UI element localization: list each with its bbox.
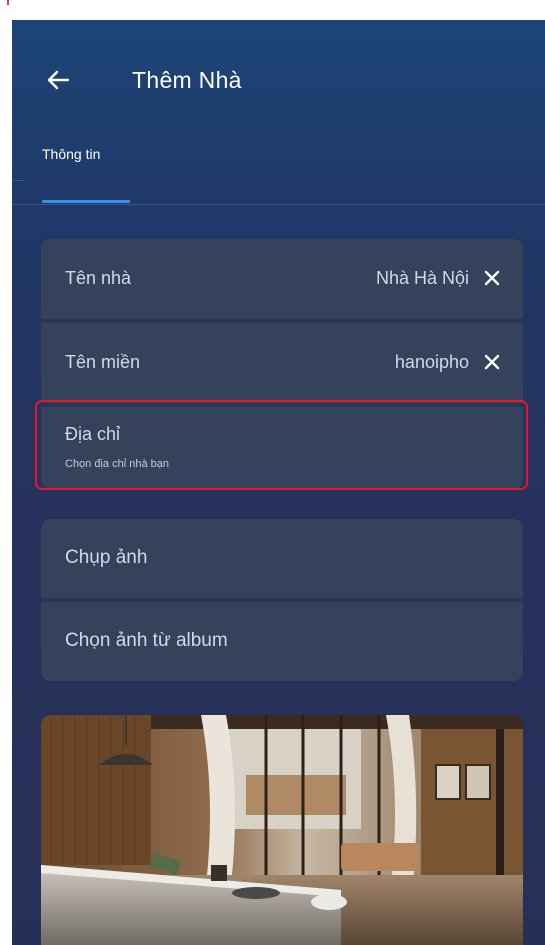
interior-image	[41, 715, 523, 945]
home-name-label: Tên nhà	[65, 268, 132, 288]
close-icon[interactable]	[483, 269, 501, 287]
tab-divider	[12, 180, 24, 181]
app-header: Thêm Nhà	[12, 20, 545, 140]
photo-options-card: Chụp ảnh Chọn ảnh từ album	[41, 519, 523, 681]
home-name-row[interactable]: Tên nhà Nhà Hà Nội	[41, 239, 523, 319]
address-row[interactable]: Địa chỉ Chọn địa chỉ nhà bạn	[41, 403, 523, 489]
close-icon[interactable]	[483, 353, 501, 371]
home-name-value[interactable]: Nhà Hà Nội	[376, 268, 469, 289]
tab-bar: Thông tin	[12, 140, 545, 205]
home-photo-preview	[41, 715, 523, 945]
screen: Thêm Nhà Thông tin Tên nhà Nhà Hà Nội Tê…	[0, 0, 545, 945]
take-photo-label: Chụp ảnh	[65, 547, 148, 568]
domain-label: Tên miền	[65, 352, 141, 372]
marker-dot	[7, 0, 9, 5]
choose-album-label: Chọn ảnh từ album	[65, 630, 228, 651]
page-title: Thêm Nhà	[132, 67, 242, 93]
address-hint: Chọn địa chỉ nhà bạn	[65, 458, 169, 470]
back-button[interactable]	[42, 64, 74, 96]
address-label: Địa chỉ	[65, 424, 121, 444]
app-screen: Thêm Nhà Thông tin Tên nhà Nhà Hà Nội Tê…	[12, 20, 545, 945]
domain-row[interactable]: Tên miền hanoipho	[41, 319, 523, 403]
tab-active-indicator	[42, 200, 130, 203]
choose-album-option[interactable]: Chọn ảnh từ album	[41, 598, 523, 681]
arrow-left-icon	[47, 70, 70, 90]
domain-value[interactable]: hanoipho	[395, 352, 469, 373]
take-photo-option[interactable]: Chụp ảnh	[41, 519, 523, 598]
info-card: Tên nhà Nhà Hà Nội Tên miền hanoipho Địa…	[41, 239, 523, 489]
tab-info[interactable]: Thông tin	[42, 146, 100, 162]
